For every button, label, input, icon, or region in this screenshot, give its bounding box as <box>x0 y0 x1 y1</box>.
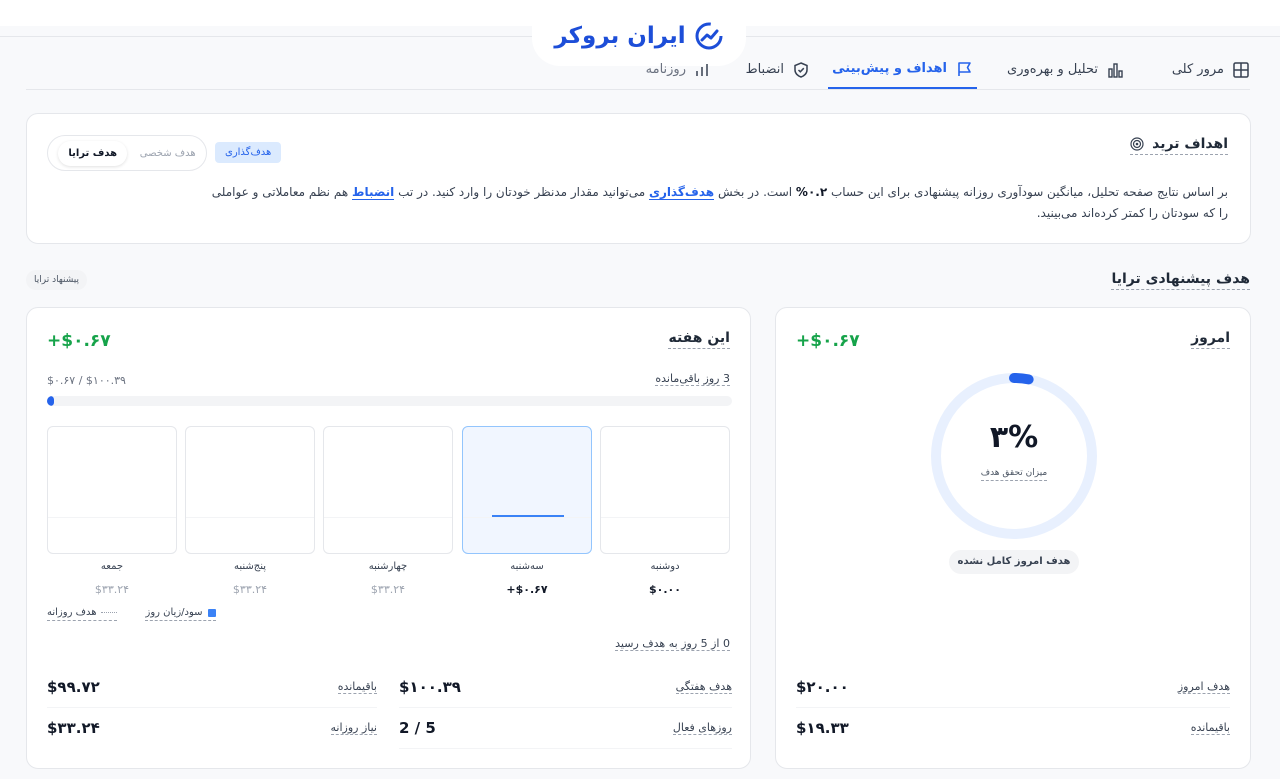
this-week-card: این هفته +$۰.۶۷ 3 روز باقی‌مانده $۰.۶۷ /… <box>26 307 751 769</box>
day-pnl-bar <box>492 515 564 517</box>
today-card: امروز +$۰.۶۷ ۳% میزان تحقق هدف هدف امروز… <box>775 307 1251 769</box>
week-title: این هفته <box>668 330 730 349</box>
tab-goals[interactable]: اهداف و پیش‌بینی <box>828 50 977 89</box>
flag-icon <box>958 61 971 76</box>
ring-track <box>931 373 1097 539</box>
stat-daily-need: نیاز روزانه $۳۳.۲۴ <box>47 709 377 749</box>
day-name: جمعه <box>100 561 124 572</box>
legend-daily-target: هدف روزانه <box>47 607 118 621</box>
today-amount: +$۰.۶۷ <box>796 331 860 351</box>
day-value: +$۰.۶۷ <box>506 583 548 596</box>
day-value: $۳۳.۲۴ <box>232 583 268 596</box>
days-left: 3 روز باقی‌مانده <box>655 372 730 386</box>
today-title: امروز <box>1191 330 1230 349</box>
day-box-thursday[interactable] <box>185 426 315 554</box>
stat-value: $۱۰۰.۳۹ <box>399 678 461 696</box>
suggested-goal-title: هدف پیشنهادی ترایا <box>1111 271 1250 290</box>
day-baseline <box>463 517 591 518</box>
tab-label: روزنامه <box>645 62 686 77</box>
stat-label: باقیمانده <box>337 680 377 694</box>
day-box-wednesday[interactable] <box>323 426 453 554</box>
day-value: $۰.۰۰ <box>649 583 681 596</box>
day-box-tuesday[interactable] <box>462 426 592 554</box>
day-box-monday[interactable] <box>600 426 730 554</box>
stat-label: باقیمانده <box>1190 721 1230 735</box>
stat-value: $۹۹.۷۲ <box>47 678 100 696</box>
journal-icon <box>696 63 708 76</box>
trade-goals-title-text: اهداف ترید <box>1152 136 1228 152</box>
goal-setting-badge[interactable]: هدف‌گذاری <box>215 142 282 163</box>
tab-journal[interactable]: روزنامه <box>646 50 712 89</box>
legend-swatch <box>207 608 216 617</box>
grid-icon <box>1233 61 1249 78</box>
today-progress-ring <box>931 373 1097 539</box>
caption-text: میزان تحقق هدف <box>980 468 1048 481</box>
goals-description: بر اساس نتایج صفحه تحلیل، میانگین سودآور… <box>208 182 1228 224</box>
stat-value: $۲۰.۰۰ <box>796 678 849 696</box>
goal-setting-link[interactable]: هدف‌گذاری <box>648 185 715 200</box>
tab-label: مرور کلی <box>1171 62 1224 77</box>
stat-label: هدف امروز <box>1177 680 1230 694</box>
stat-value: $۳۳.۲۴ <box>47 719 100 737</box>
stat-week-remaining: باقیمانده $۹۹.۷۲ <box>47 668 377 708</box>
stat-value: $۱۹.۳۳ <box>796 719 849 737</box>
day-baseline <box>186 517 314 518</box>
stat-today-remaining: باقیمانده $۱۹.۳۳ <box>796 709 1230 749</box>
day-baseline <box>48 517 176 518</box>
target-icon <box>1130 137 1144 151</box>
discipline-link[interactable]: انضباط <box>351 185 395 200</box>
tab-discipline[interactable]: انضباط <box>746 50 810 89</box>
today-progress-caption: میزان تحقق هدف <box>926 468 1102 481</box>
stat-label: روزهای فعال <box>672 721 732 735</box>
stat-value: 2 / 5 <box>399 719 436 737</box>
tab-overview[interactable]: مرور کلی <box>1172 50 1250 89</box>
suggested-badge: پیشنهاد ترایا <box>26 270 87 290</box>
desc-part: بر اساس نتایج صفحه تحلیل، میانگین سودآور… <box>830 185 1228 199</box>
days-reached: 0 از 5 روز به هدف رسید <box>615 637 730 651</box>
legend-label: هدف روزانه <box>47 607 97 618</box>
tab-label: تحلیل و بهره‌وری <box>1007 62 1098 77</box>
legend-dash <box>101 612 118 613</box>
toggle-suggested-goal[interactable]: هدف ترایا <box>58 140 128 166</box>
tab-label: انضباط <box>745 62 784 77</box>
tab-label: اهداف و پیش‌بینی <box>832 61 947 76</box>
stat-weekly-target: هدف هفتگی $۱۰۰.۳۹ <box>399 668 732 708</box>
day-box-friday[interactable] <box>47 426 177 554</box>
day-baseline <box>324 517 452 518</box>
legend-label: سود/زیان روز <box>145 607 203 618</box>
today-progress-percent: ۳% <box>989 420 1039 455</box>
day-baseline <box>601 517 729 518</box>
day-value: $۳۳.۲۴ <box>370 583 406 596</box>
stat-active-days: روزهای فعال 2 / 5 <box>399 709 732 749</box>
day-name: چهارشنبه <box>368 561 408 572</box>
shield-check-icon <box>794 61 808 78</box>
toggle-personal-goal[interactable]: هدف شخصی <box>140 148 196 159</box>
suggested-daily-percent: ۰.۲% <box>795 185 828 199</box>
today-status-badge: هدف امروز کامل نشده <box>949 550 1079 574</box>
stat-label: هدف هفتگی <box>675 680 732 694</box>
legend-daily-pnl: سود/زیان روز <box>145 607 216 621</box>
stat-today-target: هدف امروز $۲۰.۰۰ <box>796 668 1230 708</box>
goal-mode-toggle[interactable]: هدف شخصی هدف ترایا <box>47 135 207 171</box>
desc-part: می‌توانید مقدار مدنظر خودتان را وارد کنی… <box>398 185 646 199</box>
stat-label: نیاز روزانه <box>330 721 377 735</box>
week-amount: +$۰.۶۷ <box>47 331 111 351</box>
week-progress-fill <box>47 396 54 406</box>
day-name: دوشنبه <box>650 561 680 572</box>
day-name: سه‌شنبه <box>510 561 544 572</box>
trade-goals-card: اهداف ترید هدف شخصی هدف ترایا هدف‌گذاری … <box>26 113 1251 244</box>
bar-chart-icon <box>1108 62 1123 78</box>
day-value: $۳۳.۲۴ <box>94 583 130 596</box>
desc-part: است. در بخش <box>717 185 793 199</box>
main-tabs: مرور کلی تحلیل و بهره‌وری اهداف و پیش‌بی… <box>26 40 1250 90</box>
week-progress-bar <box>47 396 732 406</box>
week-progress-text: $۰.۶۷ / $۱۰۰.۳۹ <box>47 374 126 387</box>
day-name: پنج‌شنبه <box>233 561 267 572</box>
tab-analysis[interactable]: تحلیل و بهره‌وری <box>1007 50 1124 89</box>
trade-goals-title: اهداف ترید <box>1130 136 1228 155</box>
week-legend: سود/زیان روز هدف روزانه <box>47 607 216 621</box>
